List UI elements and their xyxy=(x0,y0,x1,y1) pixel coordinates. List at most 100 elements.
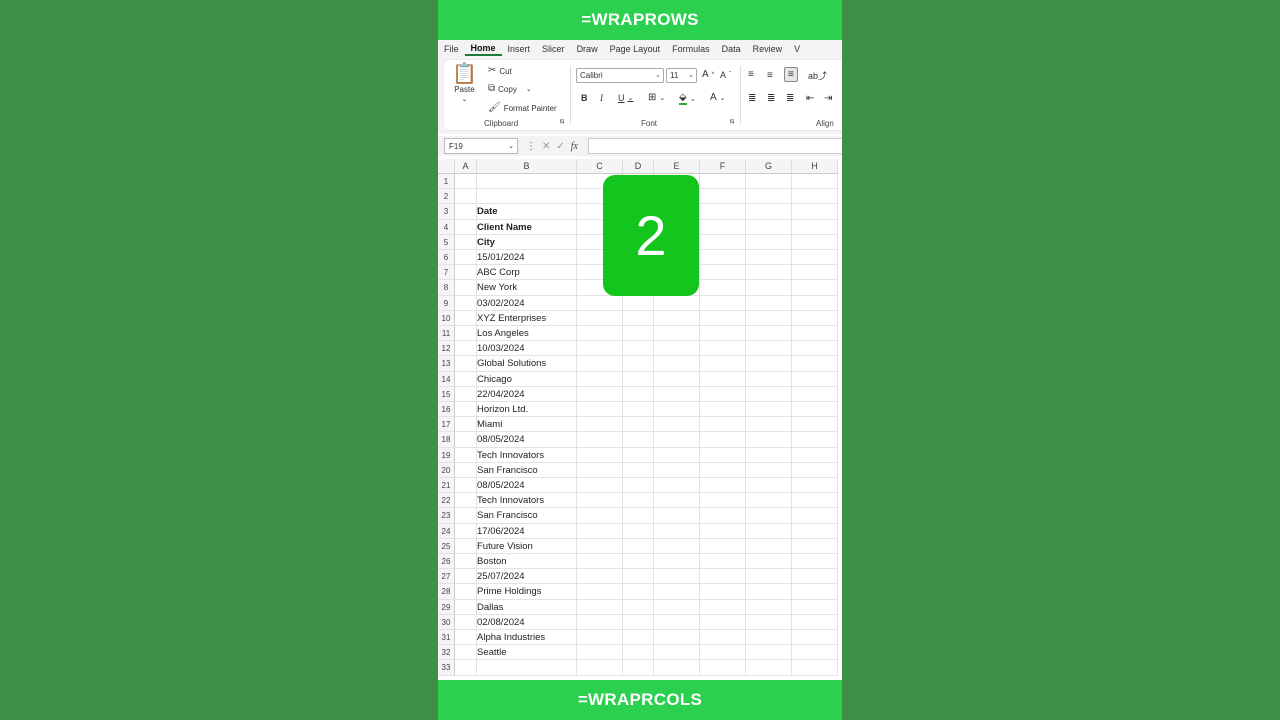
row-header[interactable]: 14 xyxy=(438,371,455,387)
cell-b6[interactable]: 15/01/2024 xyxy=(477,250,525,265)
cell-b4[interactable]: Client Name xyxy=(477,220,532,235)
cut-button[interactable]: ✂ Cut xyxy=(488,66,512,76)
cell-b20[interactable]: San Francisco xyxy=(477,463,538,478)
paste-button[interactable]: 📋 Paste ⌄ xyxy=(452,64,477,103)
align-center-button[interactable]: ≣ xyxy=(767,93,775,104)
row-header[interactable]: 7 xyxy=(438,265,455,281)
fx-icon[interactable]: fx xyxy=(571,141,578,152)
row-header[interactable]: 4 xyxy=(438,219,455,235)
cell-b21[interactable]: 08/05/2024 xyxy=(477,478,525,493)
formula-input[interactable] xyxy=(588,138,842,154)
row-header[interactable]: 16 xyxy=(438,402,455,418)
align-middle-button[interactable]: ≡ xyxy=(767,70,773,81)
column-header-d[interactable]: D xyxy=(623,159,654,174)
font-name-select[interactable]: Calibri ⌄ xyxy=(576,68,664,83)
row-header[interactable]: 27 xyxy=(438,569,455,585)
cell-b23[interactable]: San Francisco xyxy=(477,508,538,523)
row-header[interactable]: 33 xyxy=(438,660,455,676)
cell-b10[interactable]: XYZ Enterprises xyxy=(477,311,546,326)
tab-page-layout[interactable]: Page Layout xyxy=(604,44,667,54)
fill-color-button[interactable]: ⬙ ⌄ xyxy=(679,92,696,105)
cell-b29[interactable]: Dallas xyxy=(477,600,503,615)
row-header[interactable]: 3 xyxy=(438,204,455,220)
row-header[interactable]: 2 xyxy=(438,189,455,205)
cancel-icon[interactable]: ✕ xyxy=(542,141,550,152)
increase-indent-button[interactable]: ⇥ xyxy=(824,93,832,104)
tab-file[interactable]: File xyxy=(438,44,465,54)
cell-b22[interactable]: Tech Innovators xyxy=(477,493,544,508)
bold-button[interactable]: B xyxy=(581,93,588,103)
row-header[interactable]: 15 xyxy=(438,386,455,402)
align-top-button[interactable]: ≡ xyxy=(748,69,754,80)
row-header[interactable]: 5 xyxy=(438,234,455,250)
cell-b11[interactable]: Los Angeles xyxy=(477,326,529,341)
column-header-h[interactable]: H xyxy=(792,159,838,174)
column-header-a[interactable]: A xyxy=(455,159,477,174)
column-header-f[interactable]: F xyxy=(700,159,746,174)
cell-b27[interactable]: 25/07/2024 xyxy=(477,569,525,584)
cell-b32[interactable]: Seattle xyxy=(477,645,507,660)
row-header[interactable]: 29 xyxy=(438,599,455,615)
tab-slicer[interactable]: Slicer xyxy=(536,44,571,54)
select-all-corner[interactable] xyxy=(438,159,455,174)
grow-font-button[interactable]: A ^ xyxy=(702,69,715,80)
cell-b12[interactable]: 10/03/2024 xyxy=(477,341,525,356)
cell-b28[interactable]: Prime Holdings xyxy=(477,584,541,599)
row-header[interactable]: 19 xyxy=(438,447,455,463)
row-header[interactable]: 1 xyxy=(438,174,455,190)
format-painter-button[interactable]: 🖌 Format Painter xyxy=(488,103,557,113)
row-header[interactable]: 24 xyxy=(438,523,455,539)
row-header[interactable]: 32 xyxy=(438,645,455,661)
font-color-button[interactable]: A ⌄ xyxy=(710,92,726,103)
name-box[interactable]: F19 ⌄ xyxy=(444,138,518,154)
column-header-b[interactable]: B xyxy=(477,159,577,174)
row-header[interactable]: 17 xyxy=(438,417,455,433)
row-header[interactable]: 23 xyxy=(438,508,455,524)
tab-home[interactable]: Home xyxy=(464,43,502,56)
cell-b3[interactable]: Date xyxy=(477,204,498,219)
italic-button[interactable]: I xyxy=(600,93,603,103)
dialog-launcher-icon[interactable]: ⧅ xyxy=(560,118,564,126)
cell-b5[interactable]: City xyxy=(477,235,495,250)
cell-b7[interactable]: ABC Corp xyxy=(477,265,520,280)
copy-button[interactable]: ⧉ Copy ⌄ xyxy=(488,84,532,94)
row-header[interactable]: 31 xyxy=(438,630,455,646)
column-header-g[interactable]: G xyxy=(746,159,792,174)
cell-b15[interactable]: 22/04/2024 xyxy=(477,387,525,402)
align-left-button[interactable]: ≣ xyxy=(748,93,756,104)
confirm-icon[interactable]: ✓ xyxy=(556,141,564,152)
column-header-c[interactable]: C xyxy=(577,159,623,174)
row-header[interactable]: 18 xyxy=(438,432,455,448)
column-header-e[interactable]: E xyxy=(654,159,700,174)
row-header[interactable]: 25 xyxy=(438,538,455,554)
cell-b18[interactable]: 08/05/2024 xyxy=(477,432,525,447)
tab-review[interactable]: Review xyxy=(747,44,789,54)
cell-b30[interactable]: 02/08/2024 xyxy=(477,615,525,630)
align-right-button[interactable]: ≣ xyxy=(786,93,794,104)
row-header[interactable]: 20 xyxy=(438,462,455,478)
cell-b8[interactable]: New York xyxy=(477,280,517,295)
decrease-indent-button[interactable]: ⇤ xyxy=(806,93,814,104)
tab-draw[interactable]: Draw xyxy=(571,44,604,54)
row-header[interactable]: 28 xyxy=(438,584,455,600)
row-header[interactable]: 22 xyxy=(438,493,455,509)
cell-b17[interactable]: Miami xyxy=(477,417,502,432)
cell-b16[interactable]: Horizon Ltd. xyxy=(477,402,528,417)
row-header[interactable]: 6 xyxy=(438,250,455,266)
orientation-button[interactable]: ab⤴ xyxy=(808,69,827,82)
cell-b14[interactable]: Chicago xyxy=(477,372,512,387)
row-header[interactable]: 12 xyxy=(438,341,455,357)
align-bottom-button[interactable]: ≡ xyxy=(784,67,798,82)
row-header[interactable]: 26 xyxy=(438,554,455,570)
cell-b25[interactable]: Future Vision xyxy=(477,539,533,554)
cell-b19[interactable]: Tech Innovators xyxy=(477,448,544,463)
dialog-launcher-icon[interactable]: ⧅ xyxy=(730,118,734,126)
borders-button[interactable]: ⊞ ⌄ xyxy=(648,92,665,103)
shrink-font-button[interactable]: Aˇ xyxy=(720,70,731,80)
row-header[interactable]: 13 xyxy=(438,356,455,372)
tab-v[interactable]: V xyxy=(788,44,806,54)
tab-data[interactable]: Data xyxy=(716,44,747,54)
cell-b31[interactable]: Alpha Industries xyxy=(477,630,545,645)
font-size-select[interactable]: 11 ⌄ xyxy=(666,68,697,83)
more-icon[interactable]: ⋮ xyxy=(526,141,536,152)
